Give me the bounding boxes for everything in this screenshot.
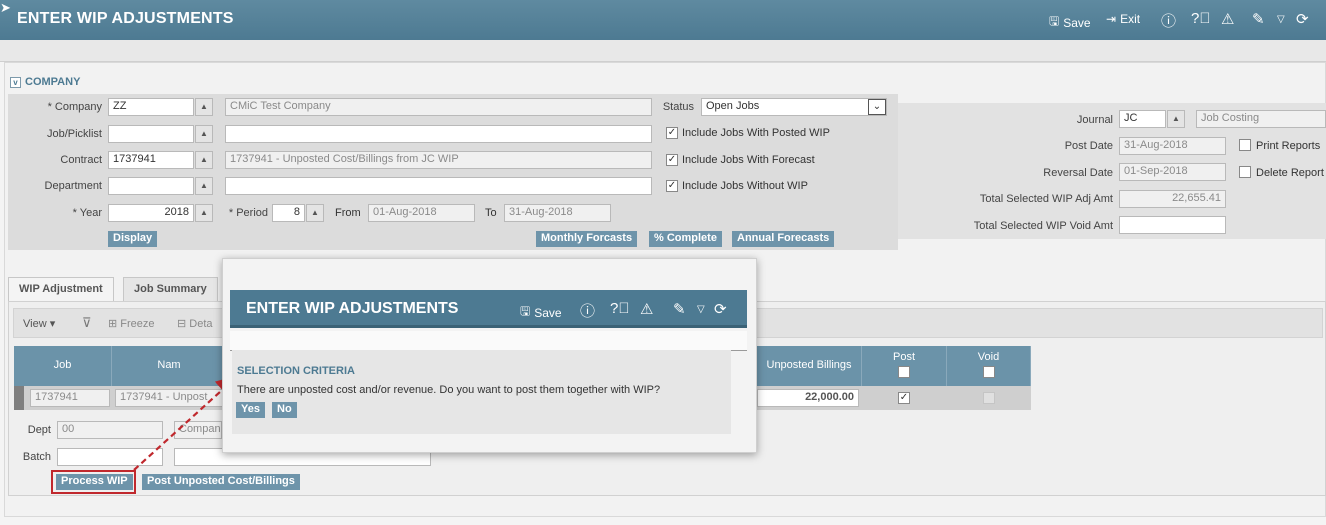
dialog-info-icon[interactable]: ⓘ	[580, 300, 595, 321]
dialog-refresh-icon[interactable]: ⟳	[714, 300, 727, 318]
dialog-edit-icon[interactable]: ✎	[673, 300, 686, 318]
dialog-title: ENTER WIP ADJUSTMENTS	[246, 300, 459, 317]
dialog-section-heading: SELECTION CRITERIA	[237, 365, 355, 377]
dialog-help-icon[interactable]: ?⃝	[610, 300, 630, 317]
dialog-message: There are unposted cost and/or revenue. …	[237, 384, 661, 396]
dialog-yes-button[interactable]: Yes	[236, 402, 265, 418]
dialog-warning-icon[interactable]: ⚠	[640, 300, 653, 318]
dialog-strip	[230, 331, 747, 351]
dialog-dropdown-icon[interactable]: ▽	[697, 304, 705, 315]
save-icon: 🖫	[520, 304, 531, 318]
dialog-no-button[interactable]: No	[272, 402, 297, 418]
dialog-save-button[interactable]: 🖫 Save	[520, 302, 562, 323]
